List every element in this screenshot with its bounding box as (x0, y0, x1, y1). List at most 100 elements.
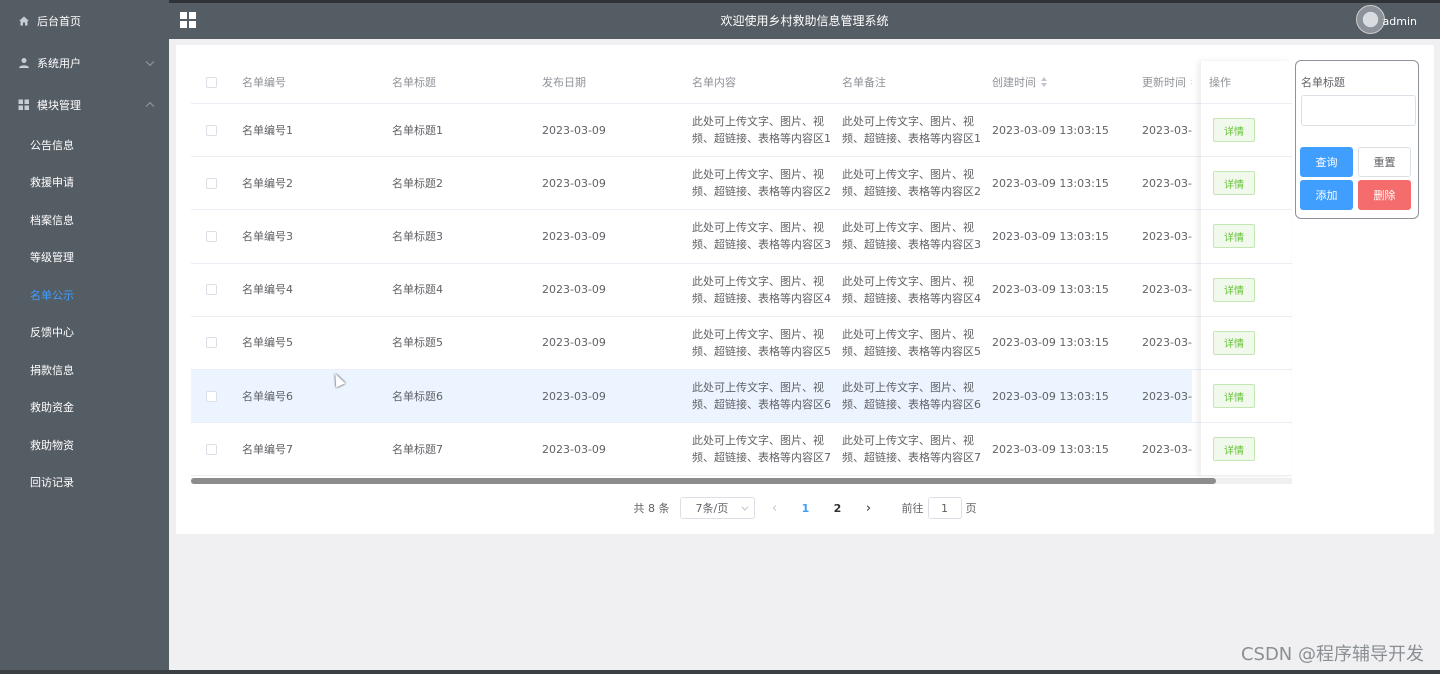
row-checkbox[interactable] (206, 124, 217, 136)
sidebar-submenu: 公告信息 救援申请 档案信息 等级管理 名单公示 反馈中心 捐款信息 救助资金 救助物资 回访记录 (0, 126, 169, 501)
row-checkbox[interactable] (206, 177, 217, 189)
select-all-checkbox[interactable] (206, 76, 217, 88)
pagination: 共 8 条 7条/页 ‹ 1 2 › 前往 1 页 (176, 497, 1434, 519)
query-button[interactable]: 查询 (1300, 147, 1353, 177)
select-all-cell[interactable] (191, 61, 232, 103)
goto-page-input[interactable]: 1 (927, 497, 962, 519)
detail-button[interactable]: 详情 (1213, 437, 1255, 462)
scrollbar-thumb[interactable] (191, 478, 1216, 484)
top-header: 欢迎使用乡村救助信息管理系统 admin (169, 0, 1440, 39)
search-panel: 名单标题 查询 重置 添加 删除 (1295, 60, 1419, 219)
operation-column: 操作 详情 详情 详情 详情 详情 详情 详情 (1201, 61, 1291, 477)
sidebar-subitem[interactable]: 公告信息 (0, 126, 169, 164)
col-header-updated[interactable]: 更新时间 (1132, 61, 1192, 103)
cell-remark: 此处可上传文字、图片、视频、超链接、表格等内容区7 (842, 434, 981, 465)
cell-updated: 2023-03-09 1 (1142, 336, 1192, 350)
col-header-remark: 名单备注 (842, 75, 886, 89)
cell-updated: 2023-03-09 1 (1142, 123, 1192, 137)
search-input[interactable] (1301, 95, 1416, 126)
sidebar-subitem[interactable]: 救助物资 (0, 426, 169, 464)
chevron-down-icon (740, 503, 748, 511)
sidebar-subitem[interactable]: 名单公示 (0, 276, 169, 314)
row-checkbox[interactable] (206, 230, 217, 242)
page-number[interactable]: 2 (827, 502, 849, 515)
detail-button[interactable]: 详情 (1213, 277, 1255, 302)
add-button[interactable]: 添加 (1300, 180, 1353, 210)
sidebar-subitem[interactable]: 等级管理 (0, 239, 169, 277)
sidebar-subitem[interactable]: 救援申请 (0, 164, 169, 202)
col-header-date: 发布日期 (542, 75, 586, 89)
bottom-bar (0, 670, 1440, 674)
row-select-cell[interactable] (191, 104, 232, 156)
row-select-cell[interactable] (191, 157, 232, 209)
prev-page-button[interactable]: ‹ (765, 501, 785, 516)
col-header-content: 名单内容 (692, 75, 736, 89)
detail-button[interactable]: 详情 (1213, 118, 1255, 143)
row-checkbox[interactable] (206, 443, 217, 455)
cell-date: 2023-03-09 (542, 283, 606, 297)
delete-button[interactable]: 删除 (1358, 180, 1411, 210)
row-checkbox[interactable] (206, 284, 217, 296)
sidebar-item-modules[interactable]: 模块管理 (0, 84, 169, 126)
table-row[interactable]: 名单编号4 名单标题4 2023-03-09 此处可上传文字、图片、视频、超链接、表格… (191, 264, 1292, 317)
page-number[interactable]: 1 (795, 502, 817, 515)
table-row[interactable]: 名单编号3 名单标题3 2023-03-09 此处可上传文字、图片、视频、超链接、表格… (191, 210, 1292, 264)
table-row[interactable]: 名单编号6 名单标题6 2023-03-09 此处可上传文字、图片、视频、超链接、表格… (191, 369, 1292, 424)
user-name[interactable]: admin (1383, 15, 1417, 28)
row-checkbox[interactable] (206, 337, 217, 349)
cell-content: 此处可上传文字、图片、视频、超链接、表格等内容区3 (692, 221, 831, 252)
avatar[interactable] (1356, 5, 1385, 34)
row-select-cell[interactable] (191, 369, 232, 423)
sort-icon[interactable] (1041, 77, 1047, 87)
cell-content: 此处可上传文字、图片、视频、超链接、表格等内容区1 (692, 115, 831, 146)
cell-remark: 此处可上传文字、图片、视频、超链接、表格等内容区6 (832, 369, 982, 423)
detail-button[interactable]: 详情 (1213, 224, 1255, 249)
table-row[interactable]: 名单编号7 名单标题7 2023-03-09 此处可上传文字、图片、视频、超链接、表格… (191, 423, 1292, 477)
search-label: 名单标题 (1301, 76, 1345, 89)
sidebar-subitem[interactable]: 救助资金 (0, 389, 169, 427)
cell-no: 名单编号4 (242, 283, 293, 297)
detail-button[interactable]: 详情 (1213, 384, 1255, 409)
detail-button[interactable]: 详情 (1213, 171, 1255, 196)
cell-created: 2023-03-09 13:03:15 (992, 442, 1109, 456)
cell-remark: 此处可上传文字、图片、视频、超链接、表格等内容区4 (842, 274, 981, 305)
row-select-cell[interactable] (191, 264, 232, 316)
cell-created: 2023-03-09 13:03:15 (982, 369, 1132, 423)
row-select-cell[interactable] (191, 317, 232, 369)
watermark: CSDN @程序辅导开发 (1240, 644, 1424, 665)
total-count: 共 8 条 (633, 502, 670, 515)
cell-content: 此处可上传文字、图片、视频、超链接、表格等内容区5 (692, 327, 831, 358)
horizontal-scrollbar[interactable] (191, 478, 1292, 484)
detail-button[interactable]: 详情 (1213, 330, 1255, 355)
col-header-created-label: 创建时间 (992, 75, 1036, 89)
sidebar-subitem[interactable]: 捐款信息 (0, 351, 169, 389)
cell-created: 2023-03-09 13:03:15 (992, 229, 1109, 243)
row-select-cell[interactable] (191, 423, 232, 475)
home-icon (18, 15, 30, 27)
sidebar-subitem[interactable]: 档案信息 (0, 201, 169, 239)
chevron-down-icon (145, 57, 155, 67)
col-header-no: 名单编号 (242, 75, 286, 89)
page-size-select[interactable]: 7条/页 (679, 497, 755, 519)
sidebar-subitem[interactable]: 回访记录 (0, 464, 169, 502)
sidebar-subitem[interactable]: 反馈中心 (0, 314, 169, 352)
next-page-button[interactable]: › (859, 501, 879, 516)
reset-button[interactable]: 重置 (1358, 147, 1411, 177)
data-table: 名单编号 名单标题 发布日期 名单内容 名单备注 创建时间 更新时间 名单编号1… (191, 61, 1292, 477)
row-checkbox[interactable] (206, 390, 217, 402)
table-body: 名单编号1 名单标题1 2023-03-09 此处可上传文字、图片、视频、超链接、表格… (191, 104, 1292, 477)
sidebar-item-label: 后台首页 (37, 15, 81, 28)
cell-date: 2023-03-09 (542, 336, 606, 350)
table-row[interactable]: 名单编号1 名单标题1 2023-03-09 此处可上传文字、图片、视频、超链接、表格… (191, 104, 1292, 158)
cell-title: 名单标题7 (392, 442, 443, 456)
cell-content: 此处可上传文字、图片、视频、超链接、表格等内容区7 (692, 434, 831, 465)
sidebar-item-users[interactable]: 系统用户 (0, 42, 169, 84)
action-cell: 详情 (1201, 423, 1291, 477)
action-cell: 详情 (1201, 210, 1291, 264)
sort-icon[interactable] (1191, 77, 1192, 87)
table-row[interactable]: 名单编号2 名单标题2 2023-03-09 此处可上传文字、图片、视频、超链接、表格… (191, 157, 1292, 211)
row-select-cell[interactable] (191, 210, 232, 262)
sidebar-item-home[interactable]: 后台首页 (0, 0, 169, 42)
table-row[interactable]: 名单编号5 名单标题5 2023-03-09 此处可上传文字、图片、视频、超链接、表格… (191, 317, 1292, 370)
col-header-created[interactable]: 创建时间 (982, 61, 1132, 103)
